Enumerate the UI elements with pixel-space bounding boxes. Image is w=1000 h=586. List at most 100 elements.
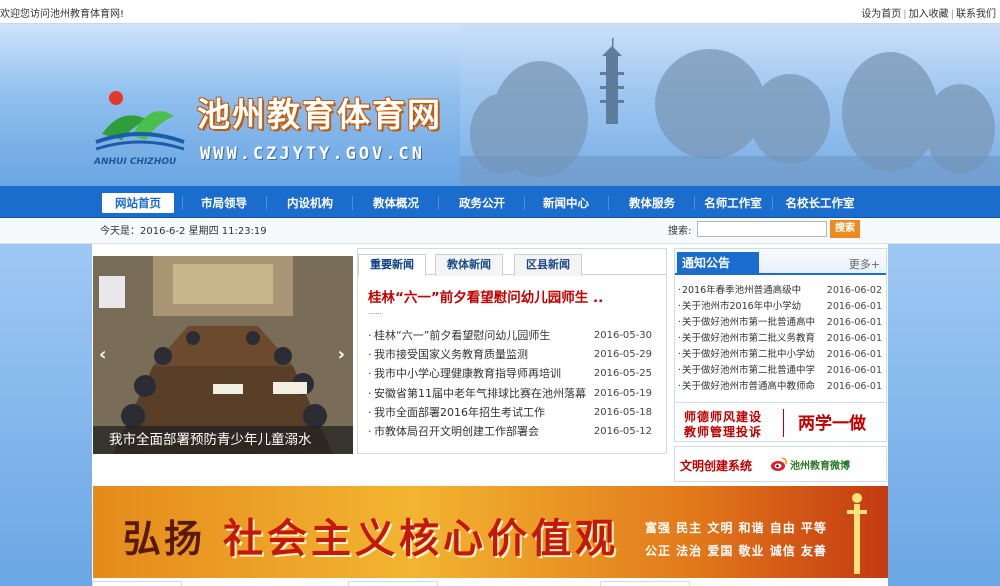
news-date: 2016-05-18 xyxy=(593,406,652,418)
tab-district-news[interactable]: 区县新闻 xyxy=(514,254,582,276)
notice-item-title[interactable]: 关于做好池州市第二批中小学幼 xyxy=(682,347,815,363)
banner-promote-text: 弘扬 xyxy=(123,516,206,561)
banner-core-values-text: 社会主义核心价值观 xyxy=(223,515,619,562)
add-favorite-link[interactable]: 加入收藏 xyxy=(909,9,949,20)
notice-more-link[interactable]: 更多+ xyxy=(849,256,880,272)
nav-divider xyxy=(266,196,267,210)
list-item[interactable]: · 关于池州市2016年中小学幼 2016-06-01 xyxy=(678,299,885,315)
news-title[interactable]: 我市中小学心理健康教育指导师再培训 xyxy=(374,364,561,383)
nav-item-news-center[interactable]: 新闻中心 xyxy=(528,193,604,213)
core-values-banner[interactable]: 弘扬 社会主义核心价值观 富强 民主 文明 和谐 自由 平等 公正 法治 爱国 … xyxy=(93,486,888,578)
banner-values-line-1: 富强 民主 文明 和谐 自由 平等 xyxy=(645,521,827,535)
notice-item-title[interactable]: 关于做好池州市普通高中教师命 xyxy=(682,379,815,395)
list-item[interactable]: · 关于做好池州市第一批普通高中 2016-06-01 xyxy=(678,315,885,331)
news-title[interactable]: 我市接受国家义务教育质量监测 xyxy=(374,345,528,364)
civilization-system-link[interactable]: 文明创建系统 xyxy=(680,457,752,474)
separator: | xyxy=(950,9,954,20)
notice-item-title[interactable]: 2016年春季池州普通高级中 xyxy=(682,283,801,299)
bullet-icon: · xyxy=(368,329,372,342)
bottom-tab[interactable] xyxy=(92,581,182,586)
nav-item-departments[interactable]: 内设机构 xyxy=(272,193,348,213)
list-item[interactable]: · 关于做好池州市第二批义务教育 2016-06-01 xyxy=(678,331,885,347)
pagoda-scene-image xyxy=(460,24,1000,186)
nav-item-overview[interactable]: 教体概况 xyxy=(358,193,434,213)
notice-item-date: 2016-06-01 xyxy=(826,333,882,344)
nav-divider xyxy=(352,196,353,210)
top-bar: 欢迎您访问池州教育体育网! 设为首页 | 加入收藏 | 联系我们 xyxy=(0,0,1000,24)
bullet-icon: · xyxy=(368,386,372,400)
notice-item-date: 2016-06-02 xyxy=(826,285,882,296)
slider-caption[interactable]: 我市全面部署预防青少年儿童溺水 xyxy=(93,426,353,454)
list-item[interactable]: · 关于做好池州市第二批中小学幼 2016-06-01 xyxy=(678,347,885,363)
list-item[interactable]: · 我市全面部署2016年招生考试工作 2016-05-18 xyxy=(368,403,662,422)
notice-title: 通知公告 xyxy=(677,252,759,275)
tab-important-news[interactable]: 重要新闻 xyxy=(358,254,426,276)
nav-divider xyxy=(182,196,183,210)
nav-divider xyxy=(438,196,439,210)
news-title[interactable]: 桂林“六一”前夕看望慰问幼儿园师生 xyxy=(374,326,550,345)
right-background xyxy=(888,244,1000,586)
nav-item-leaders[interactable]: 市局领导 xyxy=(188,193,260,213)
nav-item-home[interactable]: 网站首页 xyxy=(102,193,174,213)
bullet-icon: · xyxy=(678,349,682,360)
promo-right-text: 两学一做 xyxy=(798,414,866,434)
bullet-icon: · xyxy=(678,333,682,344)
list-item[interactable]: · 关于做好池州市第二批普通中学 2016-06-01 xyxy=(678,363,885,379)
search-input[interactable] xyxy=(697,221,827,237)
nav-item-teacher-studio[interactable]: 名师工作室 xyxy=(700,193,766,213)
welcome-text: 欢迎您访问池州教育体育网! xyxy=(0,9,125,20)
bullet-icon: · xyxy=(368,348,372,362)
list-item[interactable]: · 关于做好池州市普通高中教师命 2016-06-01 xyxy=(678,379,885,395)
notice-item-date: 2016-06-01 xyxy=(826,381,882,392)
bullet-icon: · xyxy=(678,317,682,328)
news-panel: 重要新闻 教体新闻 区县新闻 桂林“六一”前夕看望慰问幼儿园师生 .. ....… xyxy=(357,248,667,454)
banner-values-line-2: 公正 法治 爱国 敬业 诚信 友善 xyxy=(645,544,827,558)
bottom-tab[interactable] xyxy=(600,581,690,586)
news-title[interactable]: 安徽省第11届中老年气排球比赛在池州落幕 xyxy=(374,384,586,403)
ethics-promo-banner[interactable]: 师德师风建设 教师管理投诉 两学一做 xyxy=(674,402,887,442)
list-item[interactable]: · 我市接受国家义务教育质量监测 2016-05-29 xyxy=(368,345,662,364)
news-list: · 桂林“六一”前夕看望慰问幼儿园师生 2016-05-30 · 我市接受国家义务教育… xyxy=(368,326,662,441)
notice-item-title[interactable]: 关于做好池州市第二批普通中学 xyxy=(682,363,815,379)
photo-slider[interactable]: ‹ › 我市全面部署预防青少年儿童溺水 xyxy=(93,256,353,454)
header-banner: ANHUI CHIZHOU 池州教育体育网 WWW.CZJYTY.GOV.CN xyxy=(0,24,1000,186)
news-title[interactable]: 我市全面部署2016年招生考试工作 xyxy=(374,403,545,422)
left-background xyxy=(0,244,92,586)
notice-item-date: 2016-06-01 xyxy=(826,317,882,328)
news-headline[interactable]: 桂林“六一”前夕看望慰问幼儿园师生 .. xyxy=(368,286,603,306)
weibo-icon[interactable] xyxy=(770,455,788,473)
list-item[interactable]: · 我市中小学心理健康教育指导师再培训 2016-05-25 xyxy=(368,364,662,383)
list-item[interactable]: · 2016年春季池州普通高级中 2016-06-02 xyxy=(678,283,885,299)
search-button[interactable]: 搜索 xyxy=(830,220,860,238)
notice-item-date: 2016-06-01 xyxy=(826,365,882,376)
slider-next-icon[interactable]: › xyxy=(338,344,345,365)
weibo-link[interactable]: 池州教育微博 xyxy=(790,457,850,472)
nav-divider xyxy=(608,196,609,210)
news-date: 2016-05-12 xyxy=(593,425,652,437)
slider-prev-icon[interactable]: ‹ xyxy=(99,344,106,365)
separator: | xyxy=(903,9,907,20)
bottom-tab[interactable] xyxy=(348,581,438,586)
news-title[interactable]: 市教体局召开文明创建工作部署会 xyxy=(374,422,539,441)
news-date: 2016-05-25 xyxy=(593,368,652,380)
contact-us-link[interactable]: 联系我们 xyxy=(956,9,996,20)
bullet-icon: · xyxy=(368,405,372,419)
list-item[interactable]: · 安徽省第11届中老年气排球比赛在池州落幕 2016-05-19 xyxy=(368,384,662,403)
notice-item-title[interactable]: 关于池州市2016年中小学幼 xyxy=(682,299,801,315)
notice-item-title[interactable]: 关于做好池州市第二批义务教育 xyxy=(682,331,815,347)
list-item[interactable]: · 市教体局召开文明创建工作部署会 2016-05-12 xyxy=(368,422,662,441)
bullet-icon: · xyxy=(368,367,372,381)
notice-item-title[interactable]: 关于做好池州市第一批普通高中 xyxy=(682,315,815,331)
bullet-icon: · xyxy=(368,424,372,438)
tab-education-news[interactable]: 教体新闻 xyxy=(435,254,503,276)
nav-item-principal-studio[interactable]: 名校长工作室 xyxy=(778,193,862,213)
current-date: 今天是：2016-6-2 星期四 11:23:19 xyxy=(100,226,267,237)
nav-item-services[interactable]: 教体服务 xyxy=(614,193,690,213)
bullet-icon: · xyxy=(678,285,682,296)
meeting-photo-image xyxy=(93,256,353,454)
list-item[interactable]: · 桂林“六一”前夕看望慰问幼儿园师生 2016-05-30 xyxy=(368,326,662,345)
nav-item-public-affairs[interactable]: 政务公开 xyxy=(444,193,520,213)
set-homepage-link[interactable]: 设为首页 xyxy=(861,9,901,20)
headline-divider: ....... xyxy=(368,309,382,316)
top-links: 设为首页 | 加入收藏 | 联系我们 xyxy=(861,5,996,20)
